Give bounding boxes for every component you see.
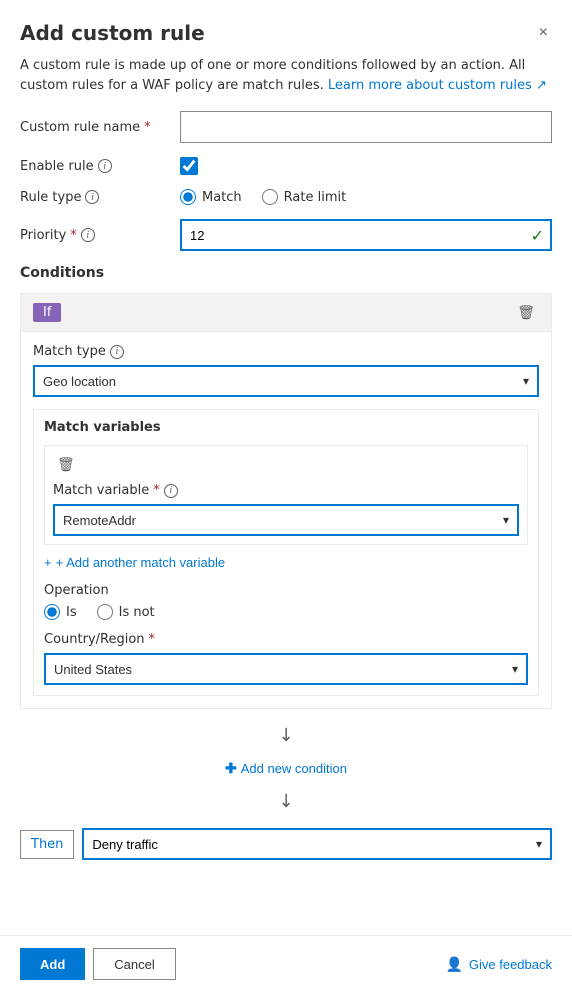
match-variable-select[interactable]: RemoteAddr RequestMethod QueryString Pos…	[53, 504, 519, 536]
operation-is-option[interactable]: Is	[44, 604, 77, 620]
give-feedback-button[interactable]: 👤 Give feedback	[445, 956, 552, 973]
match-variables-title: Match variables	[44, 420, 528, 435]
operation-is-not-label: Is not	[119, 605, 155, 620]
if-label: If	[33, 303, 61, 322]
priority-row: Priority * i ✓	[20, 219, 552, 251]
add-custom-rule-dialog: Add custom rule × A custom rule is made …	[0, 0, 572, 992]
priority-required-indicator: *	[70, 228, 77, 243]
if-header: If 🗑	[21, 294, 551, 332]
feedback-icon: 👤	[445, 956, 462, 973]
enable-rule-control	[180, 157, 552, 175]
operation-radio-group: Is Is not	[44, 604, 528, 620]
country-region-section: Country/Region * United States Canada Un…	[44, 632, 528, 685]
priority-label: Priority * i	[20, 228, 180, 243]
match-var-required: *	[153, 483, 160, 498]
country-region-label: Country/Region *	[44, 632, 528, 647]
rule-type-match-radio[interactable]	[180, 189, 196, 205]
operation-section: Operation Is Is not	[44, 583, 528, 620]
rule-type-radio-group: Match Rate limit	[180, 189, 552, 205]
match-type-info-icon[interactable]: i	[110, 345, 124, 359]
priority-input[interactable]	[180, 219, 552, 251]
if-body: Match type i Geo location IP address HTT…	[21, 332, 551, 708]
then-row: Then Deny traffic Allow traffic Log (pre…	[20, 828, 552, 860]
rule-type-rate-limit-label: Rate limit	[284, 190, 347, 205]
trash-icon: 🗑	[517, 304, 535, 320]
enable-rule-info-icon[interactable]: i	[98, 159, 112, 173]
conditions-section: Conditions If 🗑 Match type i	[20, 265, 552, 860]
priority-info-icon[interactable]: i	[81, 228, 95, 242]
down-arrow-icon-2: ↓	[278, 791, 293, 812]
rule-type-match-label: Match	[202, 190, 242, 205]
match-variables-section: Match variables 🗑 Match variable *	[33, 409, 539, 696]
add-button[interactable]: Add	[20, 948, 85, 980]
description-text: A custom rule is made up of one or more …	[0, 56, 572, 111]
priority-control: ✓	[180, 219, 552, 251]
match-var-header: 🗑	[53, 454, 519, 475]
add-condition-button[interactable]: ✚ Add new condition	[225, 760, 347, 777]
rule-type-rate-limit-option[interactable]: Rate limit	[262, 189, 347, 205]
add-match-variable-button[interactable]: + + Add another match variable	[44, 555, 225, 570]
country-required: *	[149, 632, 156, 647]
match-type-select-wrapper: Geo location IP address HTTP header URI	[33, 365, 539, 397]
form-body: Custom rule name * Enable rule i Rule ty…	[0, 111, 572, 935]
custom-rule-name-input[interactable]	[180, 111, 552, 143]
if-block: If 🗑 Match type i Geo locat	[20, 293, 552, 709]
dialog-header: Add custom rule ×	[0, 0, 572, 56]
custom-rule-name-control	[180, 111, 552, 143]
match-variable-item: 🗑 Match variable * i RemoteAddr	[44, 445, 528, 545]
country-region-select-wrapper: United States Canada United Kingdom Germ…	[44, 653, 528, 685]
match-type-select[interactable]: Geo location IP address HTTP header URI	[33, 365, 539, 397]
then-action-select[interactable]: Deny traffic Allow traffic Log (preview)…	[82, 828, 552, 860]
cancel-button[interactable]: Cancel	[93, 948, 175, 980]
match-variable-label: Match variable * i	[53, 483, 519, 498]
external-link-icon: ↗	[536, 78, 547, 93]
conditions-title: Conditions	[20, 265, 552, 281]
arrow-down-1: ↓	[20, 717, 552, 754]
operation-label: Operation	[44, 583, 528, 598]
dialog-title: Add custom rule	[20, 21, 205, 45]
add-match-plus-icon: +	[44, 555, 52, 570]
add-condition-row: ✚ Add new condition	[20, 754, 552, 783]
delete-condition-button[interactable]: 🗑	[513, 302, 539, 323]
rule-type-info-icon[interactable]: i	[85, 190, 99, 204]
dialog-footer: Add Cancel 👤 Give feedback	[0, 935, 572, 992]
match-type-row: Match type i Geo location IP address HTT…	[33, 344, 539, 397]
delete-match-var-button[interactable]: 🗑	[53, 454, 79, 475]
trash-icon-small: 🗑	[57, 456, 75, 472]
rule-type-rate-limit-radio[interactable]	[262, 189, 278, 205]
required-indicator: *	[144, 120, 151, 135]
enable-rule-label: Enable rule i	[20, 159, 180, 174]
match-type-label: Match type i	[33, 344, 539, 359]
then-section: Then Deny traffic Allow traffic Log (pre…	[20, 828, 552, 860]
enable-rule-checkbox[interactable]	[180, 157, 198, 175]
footer-buttons: Add Cancel	[20, 948, 176, 980]
enable-rule-row: Enable rule i	[20, 157, 552, 175]
operation-is-label: Is	[66, 605, 77, 620]
operation-is-not-option[interactable]: Is not	[97, 604, 155, 620]
rule-type-control: Match Rate limit	[180, 189, 552, 205]
rule-type-label: Rule type i	[20, 190, 180, 205]
priority-valid-icon: ✓	[531, 226, 544, 245]
learn-more-link[interactable]: Learn more about custom rules ↗	[328, 78, 547, 93]
match-var-info-icon[interactable]: i	[164, 484, 178, 498]
operation-is-radio[interactable]	[44, 604, 60, 620]
rule-type-row: Rule type i Match Rate limit	[20, 189, 552, 205]
country-region-select[interactable]: United States Canada United Kingdom Germ…	[44, 653, 528, 685]
down-arrow-icon: ↓	[278, 725, 293, 746]
close-button[interactable]: ×	[535, 20, 552, 46]
then-select-wrapper: Deny traffic Allow traffic Log (preview)…	[82, 828, 552, 860]
then-label: Then	[20, 830, 74, 859]
operation-is-not-radio[interactable]	[97, 604, 113, 620]
rule-type-match-option[interactable]: Match	[180, 189, 242, 205]
priority-wrapper: ✓	[180, 219, 552, 251]
match-variable-select-wrapper: RemoteAddr RequestMethod QueryString Pos…	[53, 504, 519, 536]
custom-rule-name-label: Custom rule name *	[20, 120, 180, 135]
add-condition-plus-icon: ✚	[225, 760, 237, 777]
custom-rule-name-row: Custom rule name *	[20, 111, 552, 143]
close-icon: ×	[539, 24, 548, 42]
arrow-down-2: ↓	[20, 783, 552, 820]
